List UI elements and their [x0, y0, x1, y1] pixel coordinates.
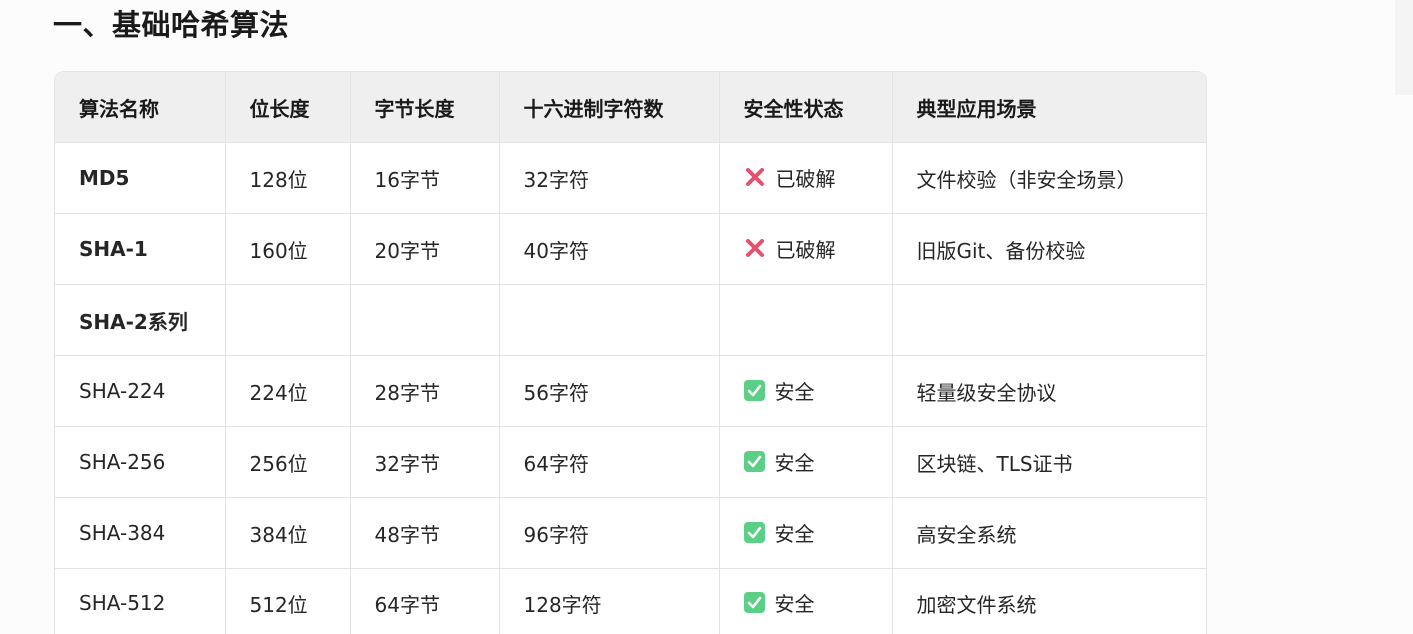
status-label: 安全	[774, 380, 815, 404]
algorithm-name: SHA-512	[55, 568, 226, 634]
typical-usage: 加密文件系统	[892, 568, 1206, 634]
algorithm-name: SHA-256	[55, 426, 226, 498]
table-row: SHA-256 256位 32字节 64字符 安全 区块链、TLS证书	[55, 426, 1206, 498]
hex-chars	[499, 284, 720, 356]
page: 一、基础哈希算法 算法名称 位长度 字节长度 十六进制字符数 安全性状态 典型应…	[0, 0, 1413, 634]
byte-length: 48字节	[350, 497, 500, 569]
algorithm-name: SHA-224	[55, 355, 226, 427]
security-status: 安全	[719, 426, 893, 498]
hex-chars: 128字符	[499, 568, 720, 634]
byte-length: 16字节	[350, 142, 500, 214]
table-body: MD5 128位 16字节 32字符 已破解 文件校验（非安全场景） SHA-1…	[55, 142, 1206, 634]
security-status: 已破解	[719, 142, 893, 214]
status-badge: 安全	[743, 588, 815, 617]
header-row: 算法名称 位长度 字节长度 十六进制字符数 安全性状态 典型应用场景	[55, 72, 1206, 143]
header-algorithm-name: 算法名称	[55, 72, 226, 143]
bit-length: 160位	[225, 213, 351, 285]
typical-usage: 高安全系统	[892, 497, 1206, 569]
table-row-group: SHA-2系列	[55, 284, 1206, 356]
check-mark-icon	[743, 380, 765, 401]
algorithm-name: SHA-1	[55, 213, 226, 285]
typical-usage	[892, 284, 1206, 356]
byte-length: 32字节	[350, 426, 500, 498]
algorithm-name: MD5	[55, 142, 226, 214]
status-badge: 安全	[743, 447, 815, 476]
security-status: 安全	[719, 568, 893, 634]
hex-chars: 40字符	[499, 213, 720, 285]
header-byte-length: 字节长度	[350, 72, 500, 143]
bit-length: 128位	[225, 142, 351, 214]
bit-length: 384位	[225, 497, 351, 569]
hash-table: 算法名称 位长度 字节长度 十六进制字符数 安全性状态 典型应用场景 MD5 1…	[55, 72, 1206, 634]
bit-length: 512位	[225, 568, 351, 634]
status-label: 已破解	[775, 166, 836, 191]
typical-usage: 轻量级安全协议	[892, 355, 1206, 427]
check-mark-icon	[743, 592, 765, 613]
table-row: SHA-1 160位 20字节 40字符 已破解 旧版Git、备份校验	[55, 213, 1206, 285]
header-typical-usage: 典型应用场景	[892, 72, 1206, 143]
check-mark-icon	[743, 522, 765, 543]
table-row: SHA-224 224位 28字节 56字符 安全 轻量级安全协议	[55, 355, 1206, 427]
header-bit-length: 位长度	[225, 72, 351, 143]
header-security-status: 安全性状态	[719, 72, 893, 143]
byte-length: 28字节	[350, 355, 500, 427]
table-row: SHA-512 512位 64字节 128字符 安全 加密文件系统	[55, 568, 1206, 634]
section-heading: 一、基础哈希算法	[53, 8, 290, 42]
algorithm-name: SHA-384	[55, 497, 226, 569]
status-label: 安全	[774, 522, 815, 546]
scroll-edge	[1395, 0, 1413, 95]
status-label: 安全	[774, 592, 815, 616]
status-badge: 安全	[743, 518, 815, 547]
cross-mark-icon	[744, 237, 766, 259]
security-status	[719, 284, 893, 356]
bit-length: 224位	[225, 355, 351, 427]
hash-algorithm-table: 算法名称 位长度 字节长度 十六进制字符数 安全性状态 典型应用场景 MD5 1…	[54, 71, 1207, 634]
security-status: 安全	[719, 497, 893, 569]
status-badge: 安全	[743, 376, 815, 405]
status-label: 已破解	[775, 237, 836, 262]
byte-length: 20字节	[350, 213, 500, 285]
bit-length	[225, 284, 351, 356]
typical-usage: 文件校验（非安全场景）	[892, 142, 1206, 214]
table-header: 算法名称 位长度 字节长度 十六进制字符数 安全性状态 典型应用场景	[55, 72, 1206, 143]
byte-length	[350, 284, 500, 356]
cross-mark-icon	[744, 166, 766, 188]
security-status: 安全	[719, 355, 893, 427]
status-label: 安全	[774, 451, 815, 475]
hex-chars: 56字符	[499, 355, 720, 427]
byte-length: 64字节	[350, 568, 500, 634]
check-mark-icon	[743, 451, 765, 472]
hex-chars: 32字符	[499, 142, 720, 214]
security-status: 已破解	[719, 213, 893, 285]
hex-chars: 64字符	[499, 426, 720, 498]
hex-chars: 96字符	[499, 497, 720, 569]
algorithm-family-name: SHA-2系列	[55, 284, 226, 356]
table-row: MD5 128位 16字节 32字符 已破解 文件校验（非安全场景）	[55, 142, 1206, 214]
bit-length: 256位	[225, 426, 351, 498]
status-badge: 已破解	[744, 163, 836, 192]
header-hex-chars: 十六进制字符数	[499, 72, 720, 143]
status-badge: 已破解	[744, 234, 836, 263]
typical-usage: 区块链、TLS证书	[892, 426, 1206, 498]
table-row: SHA-384 384位 48字节 96字符 安全 高安全系统	[55, 497, 1206, 569]
typical-usage: 旧版Git、备份校验	[892, 213, 1206, 285]
